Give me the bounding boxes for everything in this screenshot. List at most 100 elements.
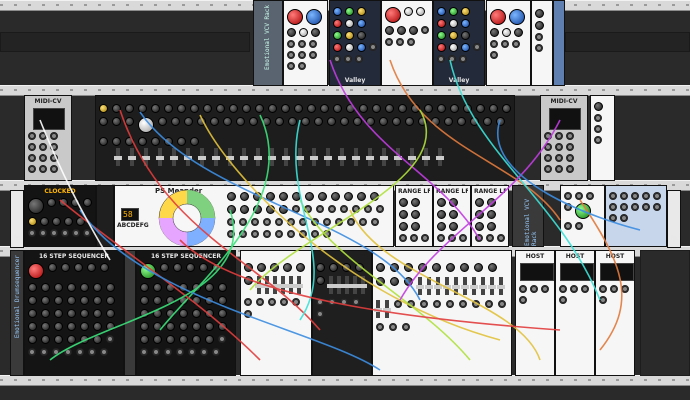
jack[interactable]	[316, 298, 324, 306]
knob[interactable]	[470, 117, 479, 126]
jack[interactable]	[394, 300, 402, 308]
module-white-2[interactable]	[486, 0, 531, 86]
knob[interactable]	[179, 322, 188, 331]
jack[interactable]	[287, 218, 295, 226]
knob[interactable]	[392, 117, 401, 126]
jack[interactable]	[292, 298, 300, 306]
jack[interactable]	[399, 234, 407, 242]
jack[interactable]	[433, 300, 441, 308]
fader[interactable]	[416, 277, 424, 295]
jack[interactable]	[407, 38, 415, 46]
knob[interactable]	[40, 217, 49, 226]
knob[interactable]	[535, 9, 544, 18]
knob[interactable]	[376, 277, 385, 286]
knob[interactable]	[490, 9, 506, 25]
knob[interactable]	[106, 296, 115, 305]
knob[interactable]	[192, 283, 201, 292]
knob[interactable]	[287, 28, 296, 37]
jack[interactable]	[566, 143, 574, 151]
jack[interactable]	[459, 234, 467, 242]
jack[interactable]	[316, 310, 324, 318]
fader[interactable]	[255, 276, 263, 294]
knob[interactable]	[153, 322, 162, 331]
knob[interactable]	[279, 205, 288, 214]
fader[interactable]	[287, 276, 295, 294]
jack[interactable]	[599, 285, 607, 293]
knob[interactable]	[93, 283, 102, 292]
knob[interactable]	[287, 9, 303, 25]
jack[interactable]	[298, 40, 306, 48]
knob[interactable]	[192, 309, 201, 318]
knob[interactable]	[345, 7, 354, 16]
knob[interactable]	[255, 104, 264, 113]
jack[interactable]	[541, 285, 549, 293]
jack[interactable]	[50, 132, 58, 140]
jack[interactable]	[275, 230, 283, 238]
knob[interactable]	[28, 217, 37, 226]
jack[interactable]	[280, 298, 288, 306]
knob[interactable]	[100, 263, 109, 272]
jack[interactable]	[407, 300, 415, 308]
knob[interactable]	[80, 309, 89, 318]
knob[interactable]	[446, 263, 455, 272]
knob[interactable]	[197, 117, 206, 126]
fader[interactable]	[434, 277, 442, 295]
knob[interactable]	[431, 117, 440, 126]
knob[interactable]	[266, 192, 275, 201]
knob[interactable]	[390, 277, 399, 286]
knob[interactable]	[93, 309, 102, 318]
knob[interactable]	[266, 205, 275, 214]
knob[interactable]	[416, 7, 425, 16]
jack[interactable]	[566, 154, 574, 162]
knob[interactable]	[28, 296, 37, 305]
module-valley-left[interactable]: Valley	[329, 0, 381, 86]
knob[interactable]	[28, 263, 44, 279]
knob[interactable]	[151, 137, 160, 146]
fader[interactable]	[452, 277, 460, 295]
jack[interactable]	[76, 348, 84, 356]
jack[interactable]	[39, 154, 47, 162]
knob[interactable]	[490, 28, 499, 37]
jack[interactable]	[575, 222, 583, 230]
knob[interactable]	[390, 263, 399, 272]
knob[interactable]	[355, 263, 364, 272]
knob[interactable]	[171, 117, 180, 126]
jack[interactable]	[475, 234, 483, 242]
knob[interactable]	[270, 263, 279, 272]
knob[interactable]	[424, 104, 433, 113]
jack[interactable]	[594, 114, 602, 122]
jack[interactable]	[244, 298, 252, 306]
knob[interactable]	[333, 104, 342, 113]
knob[interactable]	[483, 117, 492, 126]
knob[interactable]	[437, 198, 446, 207]
knob[interactable]	[398, 104, 407, 113]
knob[interactable]	[509, 9, 525, 25]
jack[interactable]	[287, 230, 295, 238]
jack[interactable]	[268, 298, 276, 306]
knob[interactable]	[514, 28, 523, 37]
fader[interactable]	[383, 300, 391, 318]
knob[interactable]	[476, 104, 485, 113]
jack[interactable]	[369, 43, 377, 51]
knob[interactable]	[218, 283, 227, 292]
jack[interactable]	[609, 214, 617, 222]
knob[interactable]	[218, 322, 227, 331]
knob[interactable]	[475, 210, 484, 219]
fader[interactable]	[408, 148, 416, 166]
knob[interactable]	[106, 309, 115, 318]
fader[interactable]	[279, 276, 287, 294]
knob[interactable]	[67, 335, 76, 344]
knob[interactable]	[151, 104, 160, 113]
module-blue-panel[interactable]	[605, 185, 667, 247]
knob[interactable]	[166, 335, 175, 344]
knob[interactable]	[333, 31, 342, 40]
knob[interactable]	[379, 117, 388, 126]
jack[interactable]	[472, 300, 480, 308]
knob[interactable]	[345, 31, 354, 40]
knob[interactable]	[93, 335, 102, 344]
jack[interactable]	[559, 285, 567, 293]
knob[interactable]	[83, 198, 92, 207]
jack[interactable]	[385, 38, 393, 46]
knob[interactable]	[461, 7, 470, 16]
fader[interactable]	[324, 148, 332, 166]
